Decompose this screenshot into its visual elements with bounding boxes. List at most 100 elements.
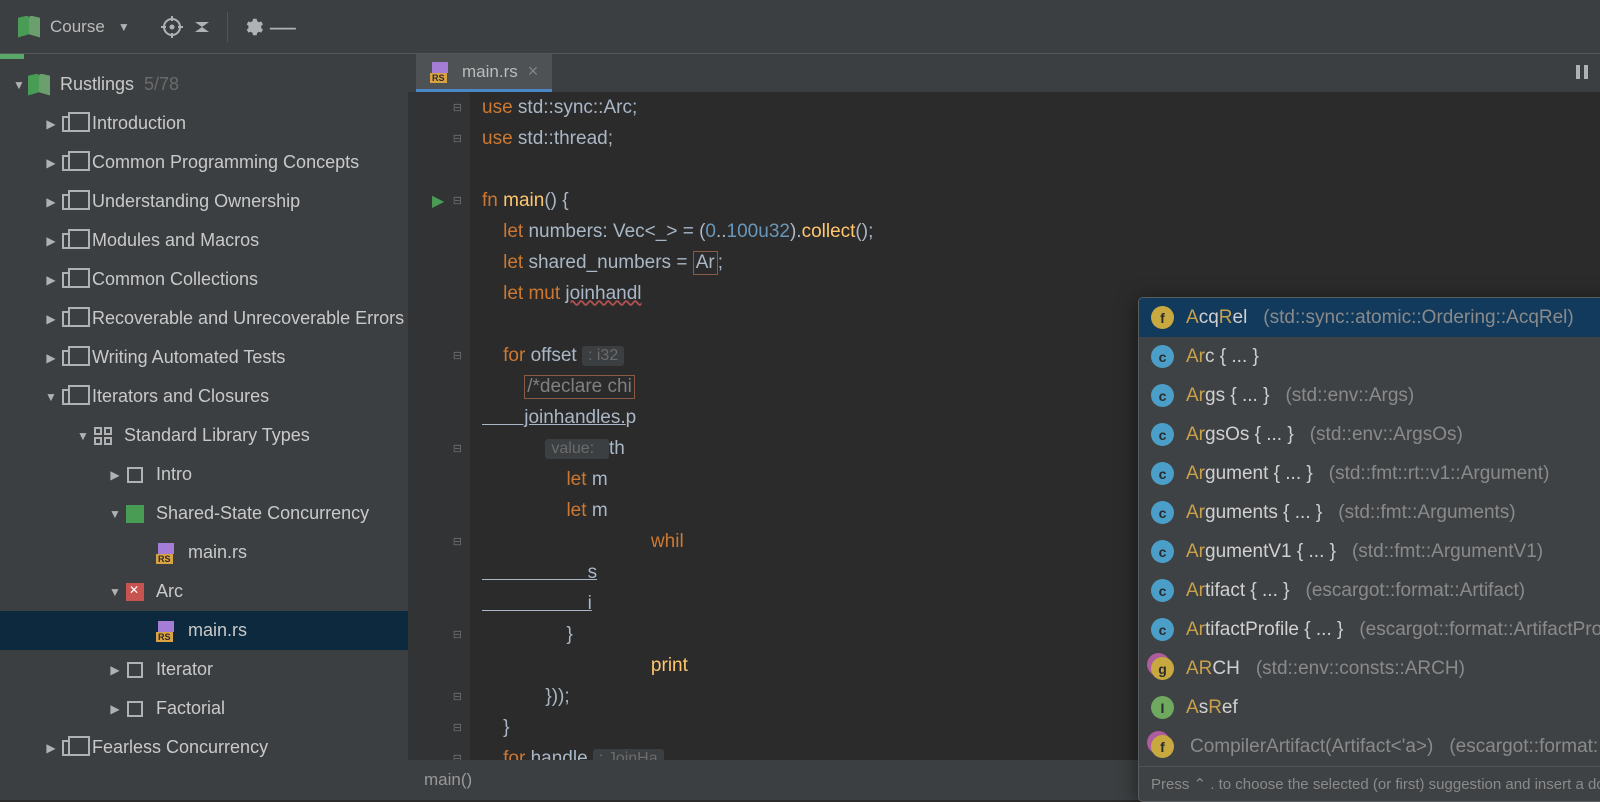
stack-icon	[60, 386, 82, 408]
editor-area: main.rs × ⊟ ⊟ ▶⊟ ⊟ ⊟ ⊟	[408, 54, 1600, 800]
tree-item-label: Shared-State Concurrency	[156, 503, 369, 524]
kind-badge: I	[1151, 696, 1174, 719]
tree-item[interactable]: Recoverable and Unrecoverable Errors	[0, 299, 408, 338]
chevron-icon[interactable]	[42, 741, 60, 755]
completion-item[interactable]: cArc { ... }	[1139, 337, 1600, 376]
completion-item[interactable]: cArgsOs { ... } (std::env::ArgsOs)	[1139, 415, 1600, 454]
tree-item-label: Understanding Ownership	[92, 191, 300, 212]
chevron-icon[interactable]	[106, 507, 124, 521]
completion-item[interactable]: cArgumentV1 { ... } (std::fmt::ArgumentV…	[1139, 532, 1600, 571]
completion-origin: (std::env::consts::ARCH)	[1256, 658, 1465, 680]
completion-item[interactable]: cArguments { ... } (std::fmt::Arguments)	[1139, 493, 1600, 532]
tree-item-label: Introduction	[92, 113, 186, 134]
stack-icon	[60, 230, 82, 252]
kind-badge: c	[1151, 384, 1174, 407]
minimize-icon[interactable]: —	[268, 14, 298, 40]
completion-item[interactable]: gARCH (std::env::consts::ARCH)	[1139, 649, 1600, 688]
close-icon[interactable]: ×	[528, 61, 539, 82]
chevron-icon[interactable]	[42, 195, 60, 209]
tree-item[interactable]: Iterators and Closures	[0, 377, 408, 416]
tree-item[interactable]: Writing Automated Tests	[0, 338, 408, 377]
tree-item[interactable]: Introduction	[0, 104, 408, 143]
completion-origin: (std::env::ArgsOs)	[1310, 424, 1463, 446]
tree-item[interactable]: Understanding Ownership	[0, 182, 408, 221]
tree-item-label: Recoverable and Unrecoverable Errors	[92, 308, 404, 329]
tab-filename: main.rs	[462, 62, 518, 82]
completion-item[interactable]: cArtifact { ... } (escargot::format::Art…	[1139, 571, 1600, 610]
completion-item[interactable]: fAcqRel (std::sync::atomic::Ordering::Ac…	[1139, 298, 1600, 337]
kind-badge: c	[1151, 579, 1174, 602]
chevron-icon[interactable]	[42, 117, 60, 131]
completion-item[interactable]: IAsRef	[1139, 688, 1600, 727]
tree-item-label: main.rs	[188, 542, 247, 563]
gear-icon[interactable]	[238, 14, 268, 40]
chevron-icon[interactable]	[42, 351, 60, 365]
tree-item[interactable]: Iterator	[0, 650, 408, 689]
run-icon[interactable]: ▶	[432, 191, 444, 211]
grid-icon	[92, 425, 114, 447]
tree-item-label: main.rs	[188, 620, 247, 641]
course-tree: Rustlings 5/78 Introduction Common Progra…	[0, 59, 408, 767]
kind-badge: c	[1151, 540, 1174, 563]
progress-count: 5/78	[144, 74, 179, 95]
chevron-icon[interactable]	[106, 468, 124, 482]
kind-badge: c	[1151, 462, 1174, 485]
stack-icon	[60, 347, 82, 369]
tree-item[interactable]: Common Programming Concepts	[0, 143, 408, 182]
tree-item[interactable]: Standard Library Types	[0, 416, 408, 455]
completion-item[interactable]: cArtifactProfile { ... } (escargot::form…	[1139, 610, 1600, 649]
tree-root[interactable]: Rustlings 5/78	[0, 65, 408, 104]
chevron-icon[interactable]	[42, 273, 60, 287]
tree-item-label: Iterator	[156, 659, 213, 680]
square-red-icon	[124, 581, 146, 603]
chevron-icon[interactable]	[42, 234, 60, 248]
chevron-down-icon[interactable]: ▼	[109, 14, 139, 40]
target-icon[interactable]	[157, 14, 187, 40]
kind-badge: c	[1151, 423, 1174, 446]
kind-badge: f	[1151, 735, 1174, 758]
collapse-icon[interactable]	[187, 14, 217, 40]
tree-item[interactable]: Modules and Macros	[0, 221, 408, 260]
tree-item[interactable]: main.rs	[0, 533, 408, 572]
tree-item[interactable]: Intro	[0, 455, 408, 494]
chevron-icon[interactable]	[106, 663, 124, 677]
completion-item[interactable]: cArgument { ... } (std::fmt::rt::v1::Arg…	[1139, 454, 1600, 493]
chevron-icon[interactable]	[106, 702, 124, 716]
chevron-icon[interactable]	[42, 390, 60, 404]
completion-item[interactable]: fCompilerArtifact(Artifact<'a>) (escargo…	[1139, 727, 1600, 766]
tree-item[interactable]: Fearless Concurrency	[0, 728, 408, 767]
kind-badge: f	[1151, 306, 1174, 329]
kind-badge: c	[1151, 618, 1174, 641]
tree-item-label: Standard Library Types	[124, 425, 310, 446]
tree-item-label: Writing Automated Tests	[92, 347, 285, 368]
tree-item-label: Arc	[156, 581, 183, 602]
square-icon	[124, 464, 146, 486]
tree-item[interactable]: Factorial	[0, 689, 408, 728]
course-label[interactable]: Course	[50, 17, 105, 37]
completion-origin: (escargot::format::ArtifactProfile)	[1359, 619, 1600, 641]
tree-item[interactable]: Shared-State Concurrency	[0, 494, 408, 533]
rs-icon	[156, 620, 178, 642]
chevron-icon[interactable]	[74, 429, 92, 443]
editor-tabs: main.rs ×	[408, 54, 1600, 92]
kind-badge: g	[1151, 657, 1174, 680]
footer-hint: Press ⌃ . to choose the selected (or fir…	[1151, 775, 1600, 793]
chevron-icon[interactable]	[42, 312, 60, 326]
completion-item[interactable]: cArgs { ... } (std::env::Args)	[1139, 376, 1600, 415]
tree-item[interactable]: main.rs	[0, 611, 408, 650]
completion-origin: (std::fmt::rt::v1::Argument)	[1329, 463, 1550, 485]
tree-item-label: Common Collections	[92, 269, 258, 290]
stack-icon	[60, 737, 82, 759]
chevron-icon[interactable]	[106, 585, 124, 599]
stack-icon	[60, 308, 82, 330]
tree-item[interactable]: Arc	[0, 572, 408, 611]
chevron-icon[interactable]	[42, 156, 60, 170]
stack-icon	[60, 152, 82, 174]
square-icon	[124, 698, 146, 720]
root-label: Rustlings	[60, 74, 134, 95]
completion-origin: (escargot::format::Artifact)	[1306, 580, 1526, 602]
tab-main-rs[interactable]: main.rs ×	[416, 54, 552, 92]
tree-item[interactable]: Common Collections	[0, 260, 408, 299]
square-green-icon	[124, 503, 146, 525]
separator	[227, 12, 228, 42]
